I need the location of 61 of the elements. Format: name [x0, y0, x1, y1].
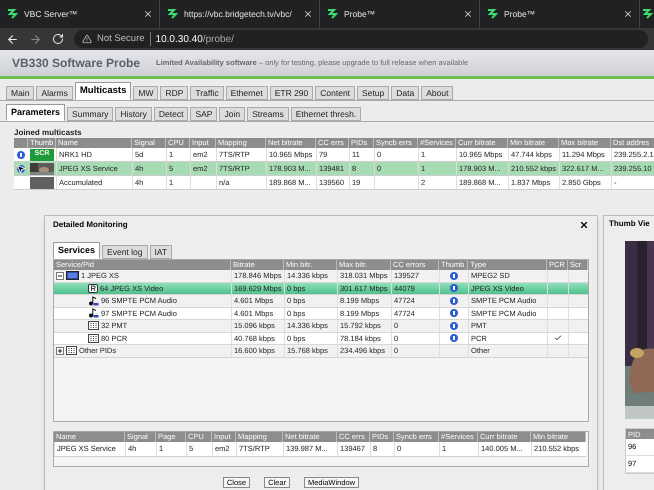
close-icon[interactable] [579, 220, 589, 230]
monitor-icon [66, 271, 79, 280]
tab[interactable]: Setup [357, 86, 390, 100]
back-icon[interactable] [6, 32, 19, 46]
tab[interactable]: Detect [154, 107, 188, 121]
tab[interactable]: Traffic [190, 86, 224, 100]
column-header [14, 138, 28, 148]
audio-note-icon [88, 308, 99, 318]
tab[interactable]: MW [133, 86, 158, 100]
url-host: 10.0.30.40 [156, 32, 203, 46]
tab[interactable]: Services [53, 242, 100, 259]
url-path: /probe/ [202, 32, 234, 46]
collapse-icon[interactable] [56, 272, 64, 280]
logo-icon [327, 9, 339, 19]
logo-icon [642, 9, 654, 19]
tab-title: Probe™ [504, 8, 536, 20]
tab[interactable]: Ethernet [226, 86, 268, 100]
warning-icon [82, 34, 92, 44]
panel-title: Thumb Vie [609, 218, 651, 230]
tab[interactable]: Parameters [6, 104, 66, 121]
grid-icon [66, 346, 77, 356]
section-title: Joined multicasts [14, 128, 83, 138]
tab[interactable]: IAT [150, 245, 172, 259]
tab[interactable]: ETR 290 [270, 86, 314, 100]
security-label: Not Secure [97, 32, 151, 46]
tab[interactable]: Alarms [36, 86, 73, 100]
tab[interactable]: Join [219, 107, 246, 121]
tab[interactable]: Multicasts [74, 82, 132, 100]
tab[interactable]: Data [391, 86, 420, 100]
video-r-icon [88, 284, 98, 293]
close-icon[interactable] [463, 9, 473, 19]
address-bar[interactable]: Not Secure 10.0.30.40/probe/ [74, 30, 648, 48]
close-icon[interactable] [623, 9, 633, 19]
tab[interactable]: Event log [102, 245, 148, 259]
tab[interactable]: RDP [160, 86, 188, 100]
close-icon[interactable] [303, 9, 313, 19]
grid-icon [88, 334, 99, 343]
tab[interactable]: Ethernet thresh. [290, 107, 362, 121]
grid-icon [88, 321, 99, 330]
tab[interactable]: About [421, 86, 454, 100]
audio-note-icon [88, 296, 99, 306]
tab-title: https://vbc.bridgetech.tv/vbc/ [184, 8, 293, 20]
close-icon[interactable] [143, 9, 153, 19]
reload-icon[interactable] [52, 33, 64, 45]
tab[interactable]: Content [315, 86, 356, 100]
tab[interactable]: Summary [67, 107, 114, 121]
tab[interactable]: Streams [247, 107, 289, 121]
logo-icon [167, 9, 179, 19]
expand-icon[interactable] [56, 346, 64, 355]
tab-title: VBC Server™ [24, 8, 78, 20]
tab-title: Probe™ [344, 8, 376, 20]
tab[interactable]: History [115, 107, 152, 121]
app-title: VB330 Software Probe [12, 55, 140, 72]
logo-icon [7, 9, 19, 19]
dialog-title: Detailed Monitoring [53, 219, 128, 231]
tab[interactable]: Main [6, 86, 34, 100]
tab[interactable]: SAP [190, 107, 218, 121]
thumb-placeholder [30, 176, 54, 188]
forward-icon[interactable] [29, 32, 42, 46]
cursor-icon [16, 164, 26, 174]
logo-icon [487, 9, 499, 19]
